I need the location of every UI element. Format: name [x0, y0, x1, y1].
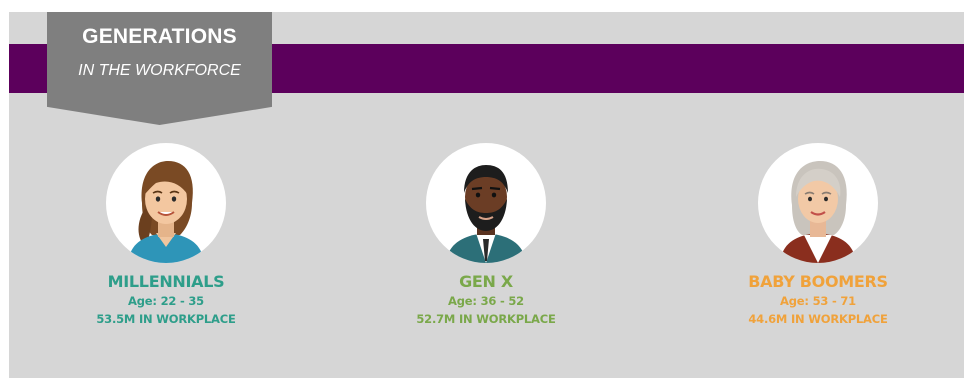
generation-baby-boomers: BABY BOOMERS Age: 53 - 71 44.6M IN WORKP…	[698, 143, 938, 328]
generation-gen-x: GEN X Age: 36 - 52 52.7M IN WORKPLACE	[366, 143, 606, 328]
generation-age: Age: 36 - 52	[448, 294, 524, 308]
generation-millennials: MILLENNIALS Age: 22 - 35 53.5M IN WORKPL…	[46, 143, 286, 328]
generation-name: MILLENNIALS	[107, 272, 225, 291]
older-woman-avatar-icon	[758, 143, 878, 263]
bearded-man-avatar-icon	[426, 143, 546, 263]
young-woman-avatar-icon	[106, 143, 226, 263]
generation-workplace: 52.7M IN WORKPLACE	[416, 312, 556, 326]
generation-name: GEN X	[459, 272, 513, 291]
banner-title: GENERATIONS	[82, 25, 237, 48]
generation-age: Age: 53 - 71	[780, 294, 856, 308]
generation-age: Age: 22 - 35	[128, 294, 204, 308]
generation-name: BABY BOOMERS	[748, 272, 888, 291]
generation-workplace: 53.5M IN WORKPLACE	[96, 312, 236, 326]
infographic: GENERATIONS IN THE WORKFORCE MILLENNIALS…	[0, 0, 967, 380]
title-banner: GENERATIONS IN THE WORKFORCE	[47, 12, 272, 125]
generation-workplace: 44.6M IN WORKPLACE	[748, 312, 888, 326]
banner-subtitle: IN THE WORKFORCE	[78, 62, 241, 79]
